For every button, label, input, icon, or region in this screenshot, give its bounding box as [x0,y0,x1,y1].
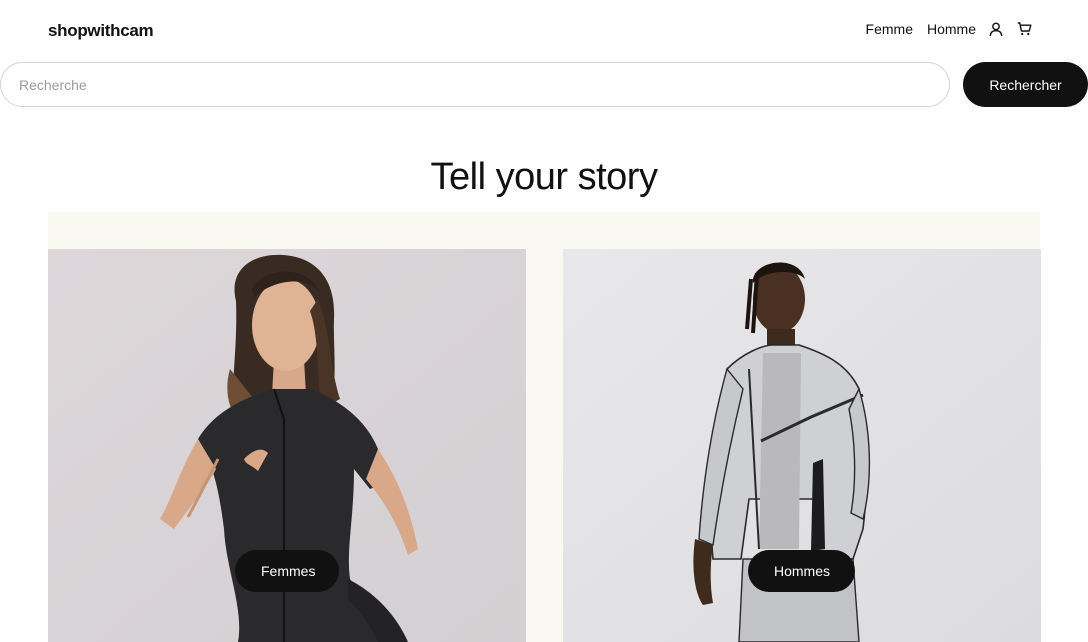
collection-section: Femmes Hommes [48,212,1041,642]
search-input[interactable] [0,62,950,107]
collection-card-men[interactable]: Hommes [563,249,1041,642]
nav-link-femme[interactable]: Femme [866,21,913,37]
site-header: shopwithcam Femme Homme [0,0,1088,62]
cart-icon[interactable] [1016,21,1032,37]
nav-link-homme[interactable]: Homme [927,21,976,37]
hero-title: Tell your story [430,156,658,198]
site-logo[interactable]: shopwithcam [48,21,154,41]
women-collection-button[interactable]: Femmes [235,550,339,592]
search-bar: Recherche r [0,62,1088,107]
collection-card-women[interactable]: Femmes [48,249,526,642]
men-collection-button[interactable]: Hommes [748,550,855,592]
user-icon[interactable] [988,21,1004,37]
search-button[interactable]: Rechercher [963,62,1088,107]
main-nav: Femme Homme [852,21,1032,37]
